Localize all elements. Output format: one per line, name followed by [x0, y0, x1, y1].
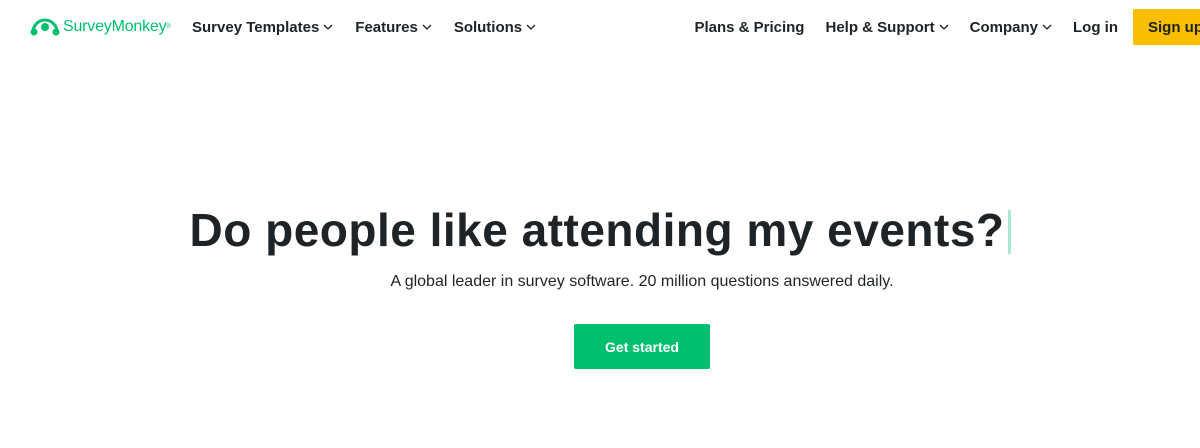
nav-help-support[interactable]: Help & Support: [825, 18, 949, 36]
chevron-down-icon: [939, 24, 949, 30]
login-link[interactable]: Log in: [1073, 19, 1118, 36]
chevron-down-icon: [422, 24, 432, 30]
nav-features[interactable]: Features: [355, 19, 432, 36]
brand-name: SurveyMonkey: [63, 18, 167, 35]
primary-nav: Survey Templates Features Solutions: [192, 0, 558, 54]
nav-survey-templates-label: Survey Templates: [192, 18, 320, 36]
chevron-down-icon: [323, 24, 333, 30]
nav-help-support-label: Help & Support: [825, 18, 935, 36]
surveymonkey-logo-icon: [30, 18, 60, 36]
brand-logo[interactable]: SurveyMonkey ®: [30, 14, 171, 40]
secondary-nav: Plans & Pricing Help & Support Company L…: [673, 0, 1200, 54]
hero-subtitle: A global leader in survey software. 20 m…: [390, 273, 894, 290]
chevron-down-icon: [526, 24, 536, 30]
nav-company-label: Company: [969, 18, 1038, 36]
nav-solutions-label: Solutions: [453, 18, 523, 36]
signup-button[interactable]: Sign up: [1133, 9, 1200, 45]
nav-plans-pricing[interactable]: Plans & Pricing: [694, 19, 804, 36]
get-started-button[interactable]: Get started: [574, 324, 710, 369]
login-link-label: Log in: [1073, 18, 1118, 36]
brand-trademark: ®: [166, 24, 171, 30]
nav-features-label: Features: [355, 18, 418, 36]
hero-title-text: Do people like attending my events?: [189, 204, 1005, 256]
nav-survey-templates[interactable]: Survey Templates: [192, 19, 333, 36]
chevron-down-icon: [1042, 24, 1052, 30]
top-nav-bar: SurveyMonkey ® Survey Templates Features …: [0, 0, 1200, 54]
nav-plans-pricing-label: Plans & Pricing: [694, 18, 805, 36]
nav-company[interactable]: Company: [970, 19, 1052, 36]
nav-solutions[interactable]: Solutions: [454, 19, 536, 36]
typing-cursor: [1007, 210, 1011, 254]
hero-title: Do people like attending my events?: [0, 200, 1200, 260]
